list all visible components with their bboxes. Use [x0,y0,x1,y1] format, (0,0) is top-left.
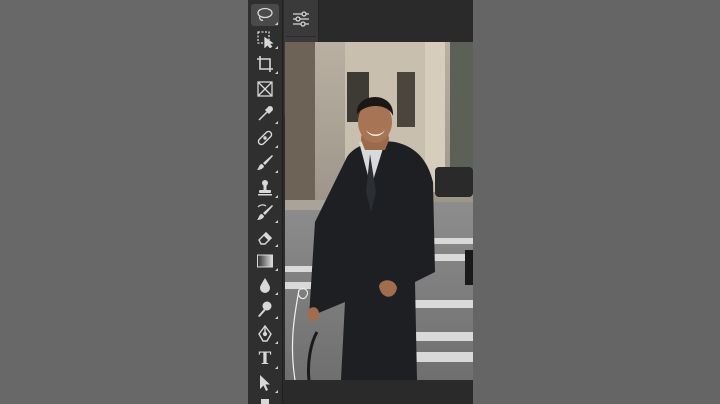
eyedropper-tool[interactable] [251,103,279,125]
tools-toolbar: T [248,0,283,404]
object-selection-icon [257,31,274,48]
more-tools-icon [261,399,269,404]
eraser-icon [258,232,272,245]
brush-icon [257,155,273,170]
blur-tool[interactable] [251,274,279,296]
more-tools[interactable] [251,397,279,404]
lasso-icon [257,7,273,21]
document-canvas[interactable] [285,42,473,380]
adjustments-panel-button[interactable] [286,2,316,37]
sliders-icon [293,11,309,27]
gradient-tool[interactable] [251,250,279,272]
frame-icon [257,81,273,97]
type-icon: T [258,349,272,369]
dodge-icon [258,301,272,317]
eraser-tool[interactable] [251,226,279,248]
brush-tool[interactable] [251,152,279,174]
photoshop-window: T [248,0,473,404]
stamp-icon [258,180,272,196]
options-bar [319,0,473,42]
history-brush-icon [257,204,273,220]
type-tool[interactable]: T [251,348,279,370]
background-left [0,0,248,404]
status-bar [284,380,473,404]
drop-icon [260,278,270,293]
spot-healing-tool[interactable] [251,127,279,149]
bandage-icon [257,130,273,146]
pen-icon [258,325,272,342]
clone-stamp-tool[interactable] [251,177,279,199]
history-brush-tool[interactable] [251,202,279,224]
object-selection-tool[interactable] [251,28,279,50]
arrow-icon [260,375,270,391]
crop-tool[interactable] [251,53,279,75]
gradient-icon [257,254,273,268]
lasso-tool[interactable] [251,4,279,26]
dodge-tool[interactable] [251,298,279,320]
crop-icon [257,56,273,72]
background-right [473,0,720,404]
path-selection-tool[interactable] [251,372,279,394]
pen-tool[interactable] [251,323,279,345]
eyedropper-icon [258,106,273,121]
photo-businessman-walking [285,42,473,380]
frame-tool[interactable] [251,78,279,100]
